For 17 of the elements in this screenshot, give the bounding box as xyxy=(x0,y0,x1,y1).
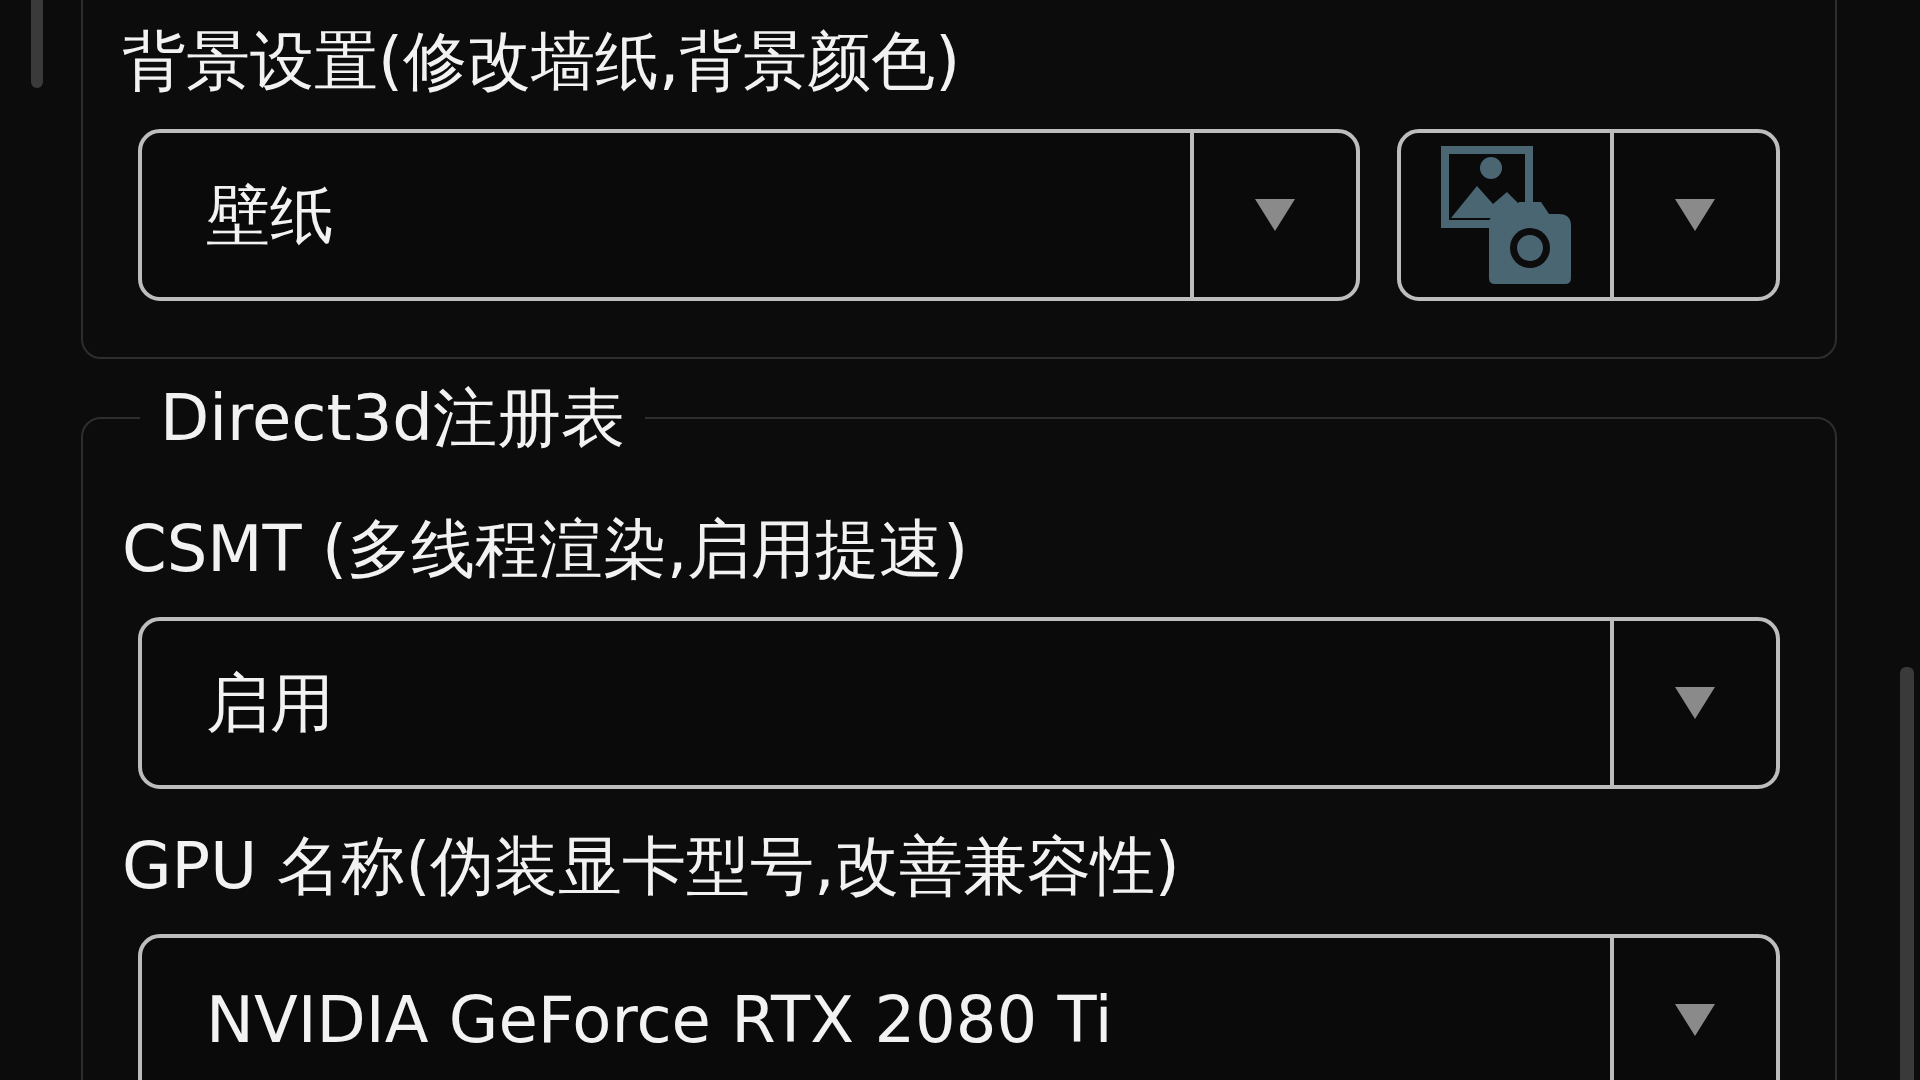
setting-label: GPU 名称(伪装显卡型号,改善兼容性) xyxy=(122,828,1181,905)
dropdown-arrow-icon xyxy=(1255,199,1295,231)
dropdown-arrow-icon xyxy=(1675,687,1715,719)
dropdown-value: 启用 xyxy=(205,664,335,742)
setting-dropdown[interactable]: NVIDIA GeForce RTX 2080 Ti xyxy=(138,934,1780,1080)
dropdown-arrow-icon xyxy=(1675,1004,1715,1036)
dropdown-value: NVIDIA GeForce RTX 2080 Ti xyxy=(205,982,1114,1059)
scrollbar-thumb[interactable] xyxy=(1900,667,1914,1080)
setting-dropdown[interactable]: 启用 xyxy=(138,617,1780,789)
scrollbar-thumb[interactable] xyxy=(31,0,43,88)
dropdown-value: 壁纸 xyxy=(205,176,335,254)
dropdown-arrow-icon xyxy=(1675,199,1715,231)
section-title: Direct3d注册表 xyxy=(159,380,626,457)
background-mode-dropdown[interactable]: 壁纸 xyxy=(138,129,1360,301)
setting-label: CSMT (多线程渲染,启用提速) xyxy=(122,511,970,588)
image-picker-dropdown[interactable] xyxy=(1397,129,1780,301)
setting-label: 背景设置(修改墙纸,背景颜色) xyxy=(122,23,962,100)
